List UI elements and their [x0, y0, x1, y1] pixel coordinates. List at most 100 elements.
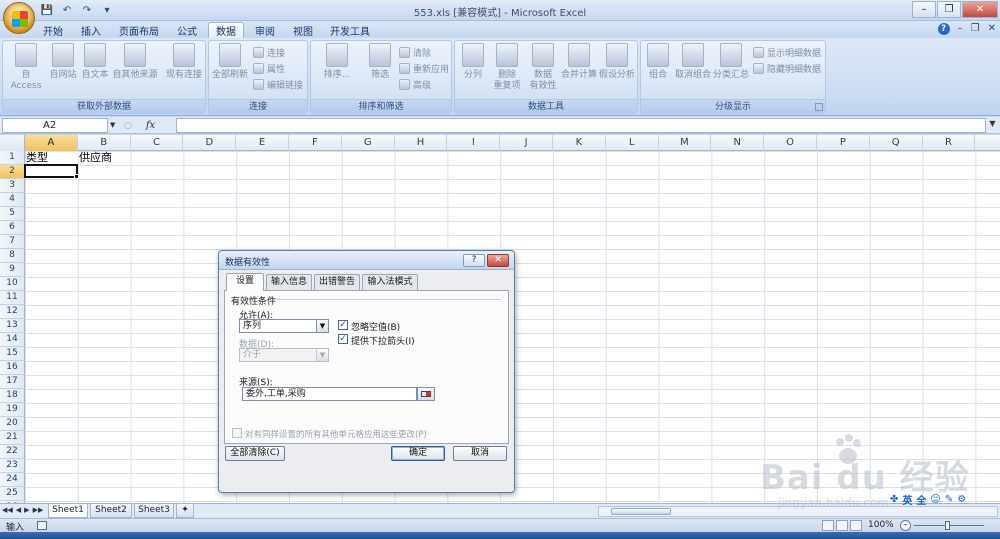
ignore-blank-checkbox[interactable]: ✓ [338, 320, 348, 330]
text-to-columns-button[interactable]: 分列 [457, 43, 489, 99]
name-box-dropdown-icon[interactable]: ▼ [110, 121, 115, 129]
ok-button[interactable]: 确定 [391, 446, 445, 461]
row-header-17[interactable]: 17 [0, 375, 25, 389]
row-header-4[interactable]: 4 [0, 193, 25, 207]
apply-all-checkbox[interactable] [232, 428, 242, 438]
sort-button[interactable]: 排序... [313, 43, 361, 99]
column-header-i[interactable]: I [447, 135, 501, 151]
zoom-slider-thumb[interactable] [945, 521, 950, 530]
row-header-16[interactable]: 16 [0, 361, 25, 375]
row-header-25[interactable]: 25 [0, 487, 25, 501]
column-header-d[interactable]: D [183, 135, 237, 151]
show-detail-button[interactable]: 显示明细数据 [753, 45, 821, 59]
filter-button[interactable]: 筛选 [365, 43, 395, 99]
column-header-p[interactable]: P [817, 135, 870, 151]
name-box[interactable]: A2 [2, 118, 108, 133]
column-header-l[interactable]: L [606, 135, 659, 151]
emoji-icon[interactable]: ☺ [930, 494, 940, 505]
paw-icon[interactable]: ✤ [890, 494, 898, 505]
tab-input-message[interactable]: 输入信息 [266, 274, 312, 290]
column-header-r[interactable]: R [923, 135, 976, 151]
active-cell-a2[interactable] [24, 164, 78, 178]
from-access-button[interactable]: 自 Access [5, 43, 47, 99]
column-header-q[interactable]: Q [870, 135, 923, 151]
tab-view[interactable]: 视图 [286, 22, 320, 38]
chevron-down-icon[interactable]: ▼ [316, 320, 328, 332]
tab-developer[interactable]: 开发工具 [326, 22, 374, 38]
restore-button[interactable]: ❐ [937, 1, 961, 18]
data-validation-button[interactable]: 数据 有效性 [525, 43, 561, 99]
from-web-button[interactable]: 自网站 [47, 43, 79, 99]
column-header-n[interactable]: N [711, 135, 765, 151]
row-header-22[interactable]: 22 [0, 445, 25, 459]
sheet-tab-sheet3[interactable]: Sheet3 [134, 504, 174, 518]
column-header-f[interactable]: F [289, 135, 342, 151]
refresh-all-button[interactable]: 全部刷新 [211, 43, 249, 99]
help-icon[interactable]: ? [937, 23, 950, 35]
properties-button[interactable]: 属性 [253, 61, 285, 75]
macro-record-icon[interactable] [37, 521, 47, 530]
row-header-18[interactable]: 18 [0, 389, 25, 403]
select-all-corner[interactable] [0, 135, 25, 151]
tab-formulas[interactable]: 公式 [170, 22, 204, 38]
sheet-tab-sheet2[interactable]: Sheet2 [90, 504, 132, 518]
dialog-close-button[interactable]: ✕ [487, 254, 509, 267]
from-text-button[interactable]: 自文本 [79, 43, 111, 99]
hscroll-thumb[interactable] [611, 508, 671, 515]
connections-button[interactable]: 连接 [253, 45, 285, 59]
row-header-1[interactable]: 1 [0, 151, 25, 165]
inner-minimize-button[interactable]: – [958, 23, 963, 35]
tab-home[interactable]: 开始 [36, 22, 70, 38]
row-header-23[interactable]: 23 [0, 459, 25, 473]
row-header-14[interactable]: 14 [0, 333, 25, 347]
remove-duplicates-button[interactable]: 删除 重复项 [489, 43, 525, 99]
next-sheet-icon[interactable]: ▶ [24, 506, 29, 514]
minimize-button[interactable]: – [912, 1, 936, 18]
row-header-2[interactable]: 2 [0, 165, 25, 179]
row-header-21[interactable]: 21 [0, 431, 25, 445]
cancel-button[interactable]: 取消 [453, 446, 507, 461]
consolidate-button[interactable]: 合并计算 [559, 43, 599, 99]
tab-ime-mode[interactable]: 输入法模式 [362, 274, 418, 290]
insert-sheet-icon[interactable]: ✦ [176, 504, 194, 518]
insert-function-icon[interactable]: fx [146, 120, 155, 131]
column-header-g[interactable]: G [342, 135, 395, 151]
clear-filter-button[interactable]: 清除 [399, 45, 431, 59]
formula-cancel-icon[interactable]: ○ [124, 121, 132, 131]
reapply-button[interactable]: 重新应用 [399, 61, 449, 75]
range-select-button[interactable] [417, 387, 435, 401]
column-header-c[interactable]: C [131, 135, 184, 151]
existing-connections-button[interactable]: 现有连接 [163, 43, 205, 99]
formula-input[interactable] [176, 118, 986, 133]
column-header-m[interactable]: M [659, 135, 712, 151]
what-if-button[interactable]: 假设分析 [597, 43, 637, 99]
dialog-titlebar[interactable]: 数据有效性 ? ✕ [219, 251, 514, 270]
row-header-5[interactable]: 5 [0, 207, 25, 221]
column-header-o[interactable]: O [764, 135, 817, 151]
cell-b1[interactable]: 供应商 [79, 151, 112, 165]
row-header-6[interactable]: 6 [0, 221, 25, 235]
hide-detail-button[interactable]: 隐藏明细数据 [753, 61, 821, 75]
prev-sheet-icon[interactable]: ◀ [16, 506, 21, 514]
pen-icon[interactable]: ✎ [945, 494, 953, 505]
ime-english[interactable]: 英 [902, 492, 912, 507]
in-cell-dropdown-checkbox[interactable]: ✓ [338, 334, 348, 344]
column-header-k[interactable]: K [553, 135, 606, 151]
column-header-j[interactable]: J [500, 135, 553, 151]
row-header-20[interactable]: 20 [0, 417, 25, 431]
edit-links-button[interactable]: 编辑链接 [253, 77, 303, 91]
tab-settings[interactable]: 设置 [226, 273, 264, 291]
row-header-12[interactable]: 12 [0, 305, 25, 319]
tab-review[interactable]: 审阅 [248, 22, 282, 38]
office-button[interactable] [3, 2, 35, 34]
tab-insert[interactable]: 插入 [74, 22, 108, 38]
clear-all-button[interactable]: 全部清除(C) [225, 446, 285, 461]
zoom-level[interactable]: 100% [868, 520, 894, 530]
tab-page-layout[interactable]: 页面布局 [112, 22, 166, 38]
normal-view-icon[interactable] [822, 520, 834, 531]
row-header-19[interactable]: 19 [0, 403, 25, 417]
outline-launcher-icon[interactable] [815, 103, 823, 111]
source-input[interactable]: 委外,工单,采购 [242, 387, 417, 401]
page-layout-view-icon[interactable] [836, 520, 848, 531]
cell-a1[interactable]: 类型 [26, 151, 48, 165]
